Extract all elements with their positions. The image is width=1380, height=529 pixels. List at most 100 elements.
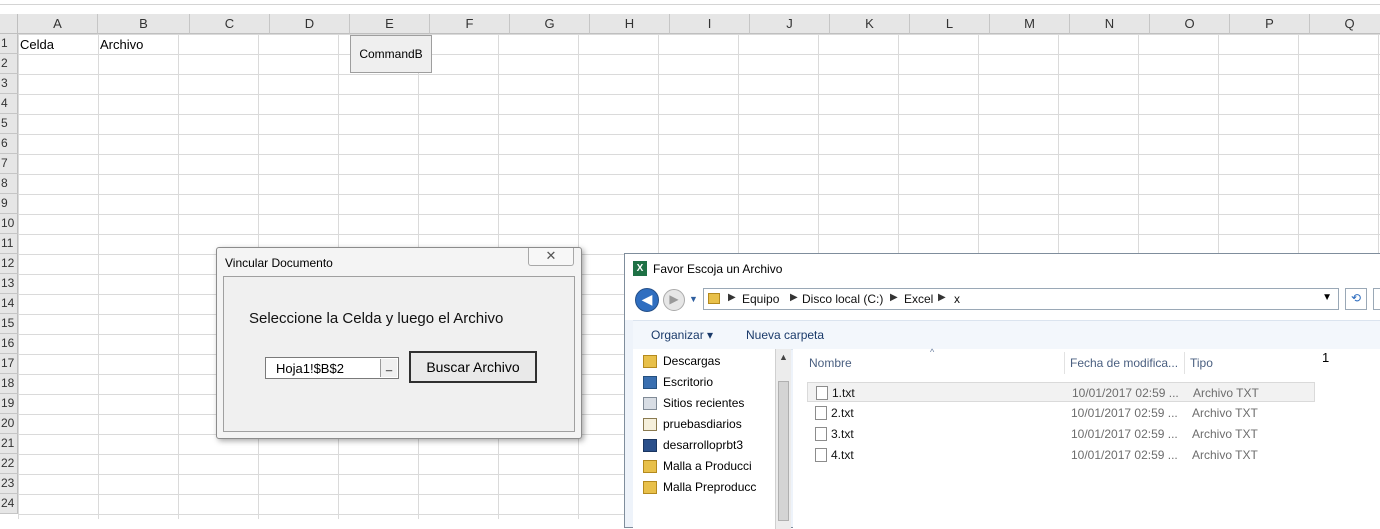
breadcrumb-separator-icon[interactable]: ▶ bbox=[790, 292, 798, 303]
file-row[interactable]: 1.txt 10/01/2017 02:59 ... Archivo TXT bbox=[807, 382, 1315, 402]
text-file-icon bbox=[816, 386, 828, 400]
back-arrow-icon[interactable]: ◀ bbox=[635, 288, 659, 312]
column-header-e[interactable]: E bbox=[350, 14, 430, 34]
nav-item-malla-preproduccion[interactable]: Malla Preproducc bbox=[663, 480, 756, 494]
nav-item-pruebasdiarios[interactable]: pruebasdiarios bbox=[663, 417, 742, 431]
column-header-g[interactable]: G bbox=[510, 14, 590, 34]
cell-reference-input[interactable]: Hoja1!$B$2 _ bbox=[265, 357, 399, 379]
row-header-11[interactable]: 11 bbox=[0, 234, 18, 254]
file-date: 10/01/2017 02:59 ... bbox=[1071, 448, 1178, 462]
organize-button[interactable]: Organizar ▾ bbox=[651, 328, 713, 342]
row-header-17[interactable]: 17 bbox=[0, 354, 18, 374]
nav-item-escritorio[interactable]: Escritorio bbox=[663, 375, 713, 389]
column-header-date[interactable]: Fecha de modifica... bbox=[1070, 356, 1178, 370]
dialog-titlebar: X Favor Escoja un Archivo bbox=[625, 254, 1380, 284]
cell-a1[interactable]: Celda bbox=[20, 35, 54, 55]
nav-item-descargas[interactable]: Descargas bbox=[663, 354, 720, 368]
file-row[interactable]: 4.txt 10/01/2017 02:59 ... Archivo TXT bbox=[807, 445, 1315, 465]
recent-locations-dropdown-icon[interactable]: ▼ bbox=[689, 294, 698, 304]
column-header-m[interactable]: M bbox=[990, 14, 1070, 34]
row-header-5[interactable]: 5 bbox=[0, 114, 18, 134]
column-header-q[interactable]: Q bbox=[1310, 14, 1380, 34]
breadcrumb-excel[interactable]: Excel bbox=[904, 292, 933, 306]
column-header-f[interactable]: F bbox=[430, 14, 510, 34]
top-strip bbox=[0, 0, 1380, 5]
row-header-9[interactable]: 9 bbox=[0, 194, 18, 214]
forward-arrow-icon[interactable]: ▶ bbox=[663, 289, 685, 311]
column-header-type[interactable]: Tipo bbox=[1190, 356, 1213, 370]
cell-b1[interactable]: Archivo bbox=[100, 35, 143, 55]
column-header-h[interactable]: H bbox=[590, 14, 670, 34]
row-header-2[interactable]: 2 bbox=[0, 54, 18, 74]
breadcrumb-x[interactable]: x bbox=[954, 292, 960, 306]
row-header-3[interactable]: 3 bbox=[0, 74, 18, 94]
row-header-15[interactable]: 15 bbox=[0, 314, 18, 334]
row-header-7[interactable]: 7 bbox=[0, 154, 18, 174]
breadcrumb-separator-icon[interactable]: ▶ bbox=[890, 292, 898, 303]
collapse-dialog-button[interactable]: _ bbox=[380, 359, 397, 377]
browse-file-button[interactable]: Buscar Archivo bbox=[409, 351, 537, 383]
column-separator[interactable] bbox=[1184, 352, 1185, 374]
row-header-6[interactable]: 6 bbox=[0, 134, 18, 154]
breadcrumb-separator-icon[interactable]: ▶ bbox=[728, 292, 736, 303]
column-header-i[interactable]: I bbox=[670, 14, 750, 34]
cell-reference-value: Hoja1!$B$2 bbox=[276, 361, 344, 376]
file-name: 4.txt bbox=[831, 448, 854, 462]
nav-scrollbar[interactable]: ▲ bbox=[775, 349, 791, 529]
chevron-down-icon[interactable]: ▼ bbox=[1322, 292, 1332, 303]
row-header-13[interactable]: 13 bbox=[0, 274, 18, 294]
row-header-14[interactable]: 14 bbox=[0, 294, 18, 314]
breadcrumb-separator-icon[interactable]: ▶ bbox=[938, 292, 946, 303]
vincular-documento-form: Vincular Documento ✕ Seleccione la Celda… bbox=[216, 247, 582, 439]
address-bar[interactable]: ▶ Equipo ▶ Disco local (C:) ▶ Excel ▶ x … bbox=[703, 288, 1339, 310]
nav-item-malla-produccion[interactable]: Malla a Producci bbox=[663, 459, 752, 473]
column-header-j[interactable]: J bbox=[750, 14, 830, 34]
column-header-n[interactable]: N bbox=[1070, 14, 1150, 34]
close-icon[interactable]: ✕ bbox=[528, 248, 574, 266]
nav-item-desarrolloprbt3[interactable]: desarrolloprbt3 bbox=[663, 438, 743, 452]
scrollbar-thumb[interactable] bbox=[778, 381, 789, 521]
navigation-pane: Descargas Escritorio Sitios recientes pr… bbox=[633, 349, 783, 529]
search-input[interactable] bbox=[1373, 288, 1380, 310]
row-header-23[interactable]: 23 bbox=[0, 474, 18, 494]
row-header-12[interactable]: 12 bbox=[0, 254, 18, 274]
row-header-10[interactable]: 10 bbox=[0, 214, 18, 234]
command-button[interactable]: CommandB bbox=[350, 35, 432, 73]
file-open-dialog: X Favor Escoja un Archivo ◀ ▶ ▼ ▶ Equipo… bbox=[624, 253, 1380, 529]
column-header-k[interactable]: K bbox=[830, 14, 910, 34]
column-header-a[interactable]: A bbox=[18, 14, 98, 34]
new-folder-button[interactable]: Nueva carpeta bbox=[746, 328, 824, 342]
row-header-20[interactable]: 20 bbox=[0, 414, 18, 434]
row-header-8[interactable]: 8 bbox=[0, 174, 18, 194]
column-separator[interactable] bbox=[1064, 352, 1065, 374]
file-row[interactable]: 3.txt 10/01/2017 02:59 ... Archivo TXT bbox=[807, 424, 1315, 444]
column-header-c[interactable]: C bbox=[190, 14, 270, 34]
row-header-24[interactable]: 24 bbox=[0, 494, 18, 514]
select-all-corner[interactable] bbox=[0, 14, 18, 34]
column-header-name[interactable]: Nombre bbox=[809, 356, 852, 370]
breadcrumb-disco-local[interactable]: Disco local (C:) bbox=[802, 292, 883, 306]
row-header-19[interactable]: 19 bbox=[0, 394, 18, 414]
refresh-icon[interactable]: ⟲ bbox=[1345, 288, 1367, 310]
excel-icon: X bbox=[633, 261, 647, 276]
row-header-16[interactable]: 16 bbox=[0, 334, 18, 354]
row-header-21[interactable]: 21 bbox=[0, 434, 18, 454]
column-header-p[interactable]: P bbox=[1230, 14, 1310, 34]
column-header-b[interactable]: B bbox=[98, 14, 190, 34]
scroll-up-arrow-icon[interactable]: ▲ bbox=[779, 352, 788, 362]
file-row[interactable]: 2.txt 10/01/2017 02:59 ... Archivo TXT bbox=[807, 403, 1315, 423]
column-header-l[interactable]: L bbox=[910, 14, 990, 34]
nav-item-sitios-recientes[interactable]: Sitios recientes bbox=[663, 396, 744, 410]
file-date: 10/01/2017 02:59 ... bbox=[1072, 386, 1179, 400]
breadcrumb-equipo[interactable]: Equipo bbox=[742, 292, 779, 306]
row-header-18[interactable]: 18 bbox=[0, 374, 18, 394]
column-header-o[interactable]: O bbox=[1150, 14, 1230, 34]
file-type: Archivo TXT bbox=[1192, 448, 1258, 462]
row-header-22[interactable]: 22 bbox=[0, 454, 18, 474]
dialog-toolbar: Organizar ▾ Nueva carpeta bbox=[633, 320, 1380, 350]
column-header-d[interactable]: D bbox=[270, 14, 350, 34]
row-header-4[interactable]: 4 bbox=[0, 94, 18, 114]
text-file-icon bbox=[815, 448, 827, 462]
row-header-1[interactable]: 1 bbox=[0, 34, 18, 54]
file-type: Archivo TXT bbox=[1192, 406, 1258, 420]
